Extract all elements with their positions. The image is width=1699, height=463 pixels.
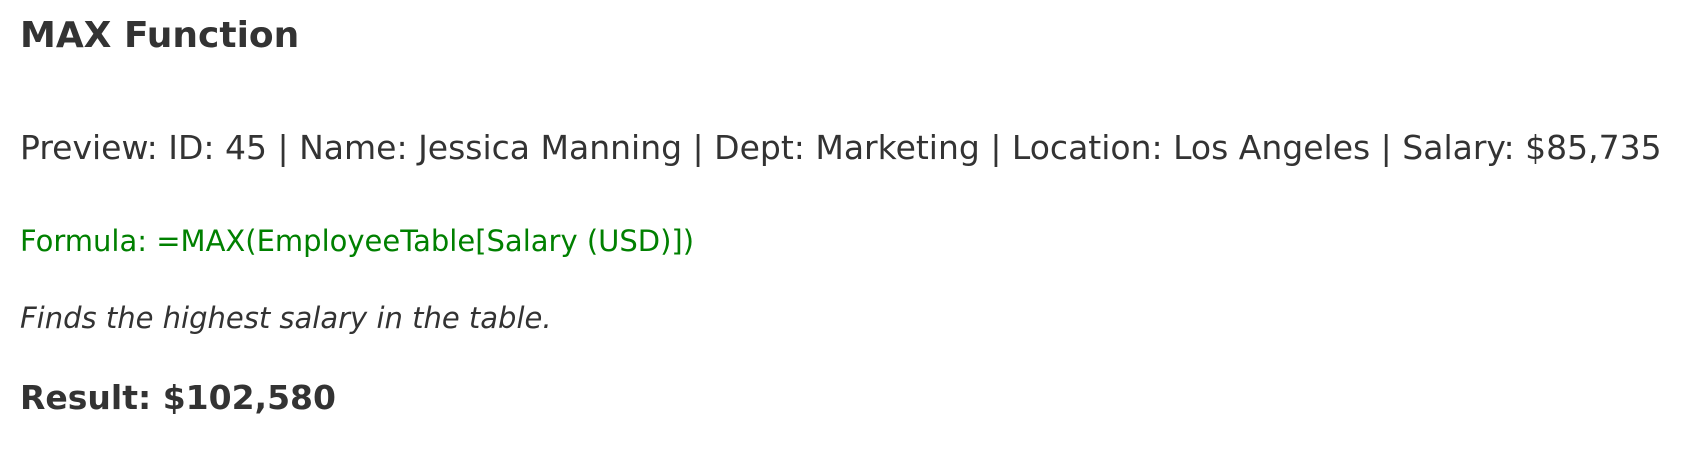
page-title: MAX Function bbox=[20, 15, 300, 56]
description-text: Finds the highest salary in the table. bbox=[20, 301, 552, 335]
preview-text: Preview: ID: 45 | Name: Jessica Manning … bbox=[20, 128, 1662, 167]
result-text: Result: $102,580 bbox=[20, 378, 336, 417]
page: MAX Function Preview: ID: 45 | Name: Jes… bbox=[0, 0, 1699, 463]
formula-text: Formula: =MAX(EmployeeTable[Salary (USD)… bbox=[20, 224, 695, 258]
